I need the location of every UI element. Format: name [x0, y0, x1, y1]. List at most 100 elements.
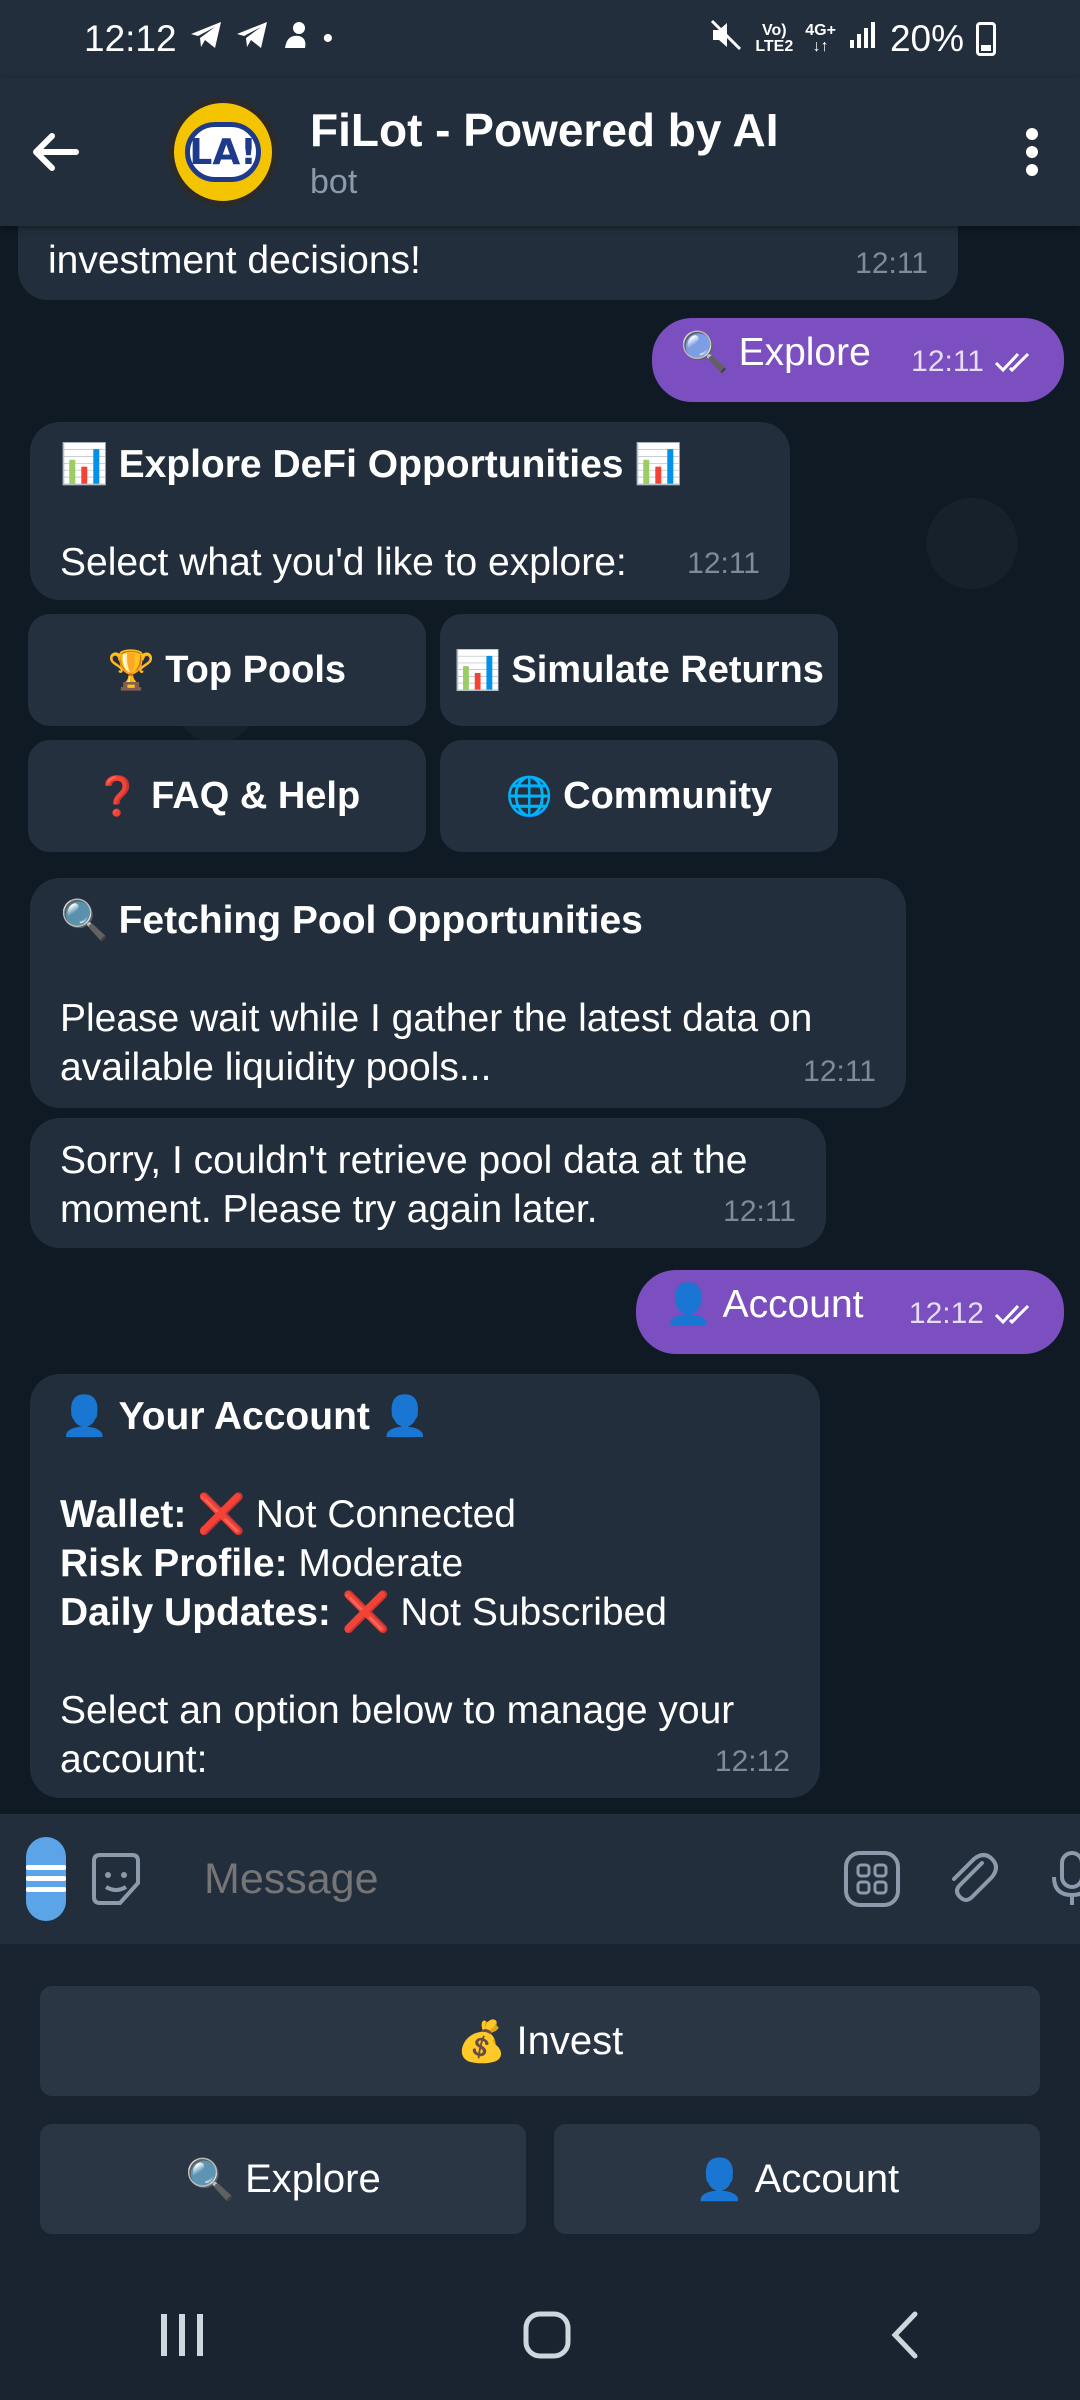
message-text: Select what you'd like to explore:: [60, 541, 627, 584]
risk-line: Risk Profile: Moderate: [60, 1542, 464, 1585]
message-meta: 12:11: [911, 337, 1036, 386]
more-options-button[interactable]: [984, 78, 1080, 226]
chat-header: LA! FiLot - Powered by AI bot: [0, 78, 1080, 226]
chat-title-block[interactable]: FiLot - Powered by AI bot: [310, 103, 779, 202]
home-button[interactable]: [522, 2310, 572, 2365]
grid-icon: [844, 1851, 900, 1907]
status-time: 12:12: [84, 18, 177, 59]
message-incoming: Sorry, I couldn't retrieve pool data at …: [30, 1118, 826, 1248]
chat-subtitle: bot: [310, 162, 358, 201]
signal-icon: [848, 20, 878, 58]
recent-apps-icon: [161, 2313, 204, 2356]
bot-avatar[interactable]: LA!: [168, 97, 278, 207]
dot-indicator: •: [322, 22, 334, 55]
menu-icon: [26, 1865, 66, 1892]
message-time: 12:11: [723, 1195, 796, 1228]
message-input-bar: [0, 1814, 1080, 1944]
bar-chart-icon: 📊: [454, 647, 502, 692]
message-meta: 12:12: [909, 1289, 1036, 1338]
arrow-left-icon: [33, 133, 79, 171]
message-text-line: available liquidity pools...: [60, 1046, 492, 1089]
cross-icon: ❌: [197, 1492, 246, 1537]
battery-percent: 20%: [889, 18, 964, 59]
chat-title: FiLot - Powered by AI: [310, 103, 779, 156]
magnifier-icon: 🔍: [185, 2156, 236, 2203]
voice-message-button[interactable]: [1042, 1837, 1080, 1921]
updates-line: Daily Updates: ❌ Not Subscribed: [60, 1590, 667, 1635]
message-incoming: 🔍 Fetching Pool Opportunities Please wait…: [30, 878, 906, 1108]
user-icon: 👤: [694, 2156, 745, 2203]
system-navigation-bar: [0, 2274, 1080, 2400]
message-text-line: Select an option below to manage your: [60, 1689, 735, 1732]
reply-button-account[interactable]: 👤 Account: [554, 2124, 1040, 2234]
data-indicator: 4G+ ↓↑: [805, 22, 836, 55]
message-heading: 🔍 Fetching Pool Opportunities: [60, 898, 643, 943]
status-bar: 12:12 • Vo) LTE2 4G+ ↓↑ 20%: [0, 0, 1080, 78]
user-icon: 👤: [60, 1394, 109, 1439]
paperclip-icon: [952, 1853, 998, 1902]
message-text: Explore: [738, 331, 871, 374]
telegram-icon: [189, 20, 223, 58]
chat-messages-area[interactable]: investment decisions! 12:11 🔍 Explore 12:…: [0, 226, 1080, 1814]
cross-icon: ❌: [341, 1590, 391, 1635]
volte-indicator: Vo) LTE2: [755, 22, 794, 55]
inline-button-simulate-returns[interactable]: 📊 Simulate Returns: [440, 614, 838, 726]
telegram-icon: [235, 20, 269, 58]
avatar-logo: LA!: [185, 122, 261, 182]
message-text: Account: [722, 1283, 864, 1326]
message-text-line: Please wait while I gather the latest da…: [60, 997, 813, 1040]
money-bag-icon: 💰: [456, 2018, 507, 2065]
message-incoming: 📊 Explore DeFi Opportunities 📊 Select wha…: [30, 422, 790, 600]
message-time: 12:12: [714, 1745, 790, 1778]
mute-icon: [709, 18, 743, 60]
message-incoming: investment decisions! 12:11: [18, 226, 958, 300]
message-time: 12:12: [908, 1297, 984, 1330]
reply-button-explore[interactable]: 🔍 Explore: [40, 2124, 526, 2234]
user-icon: 👤: [664, 1282, 713, 1327]
bot-commands-button[interactable]: [842, 1837, 902, 1921]
sticker-icon: [92, 1853, 140, 1905]
double-check-icon: [994, 1304, 1030, 1324]
message-heading: 📊 Explore DeFi Opportunities 📊: [60, 442, 683, 487]
double-check-icon: [994, 352, 1030, 372]
emoji-sticker-button[interactable]: [86, 1837, 146, 1921]
message-text-line: moment. Please try again later.: [60, 1188, 598, 1231]
microphone-icon: [1052, 1851, 1080, 1905]
message-heading: 👤 Your Account 👤: [60, 1394, 430, 1439]
message-time: 12:11: [687, 547, 760, 580]
message-text-line: Sorry, I couldn't retrieve pool data at …: [60, 1139, 748, 1182]
message-time: 12:11: [803, 1055, 876, 1088]
reply-button-invest[interactable]: 💰 Invest: [40, 1986, 1040, 2096]
system-back-button[interactable]: [887, 2310, 923, 2365]
globe-icon: 🌐: [505, 773, 554, 818]
question-icon: ❓: [93, 773, 142, 818]
chevron-left-icon: [891, 2311, 918, 2358]
inline-button-faq-help[interactable]: ❓ FAQ & Help: [28, 740, 426, 852]
recent-apps-button[interactable]: [157, 2312, 207, 2363]
notification-app-icon: [281, 20, 311, 58]
message-time: 12:11: [855, 247, 928, 280]
trophy-icon: 🏆: [107, 647, 156, 692]
message-incoming: 👤 Your Account 👤 Wallet: ❌ Not Connected R…: [30, 1374, 820, 1798]
bar-chart-icon: 📊: [60, 442, 109, 487]
kebab-menu-icon: [1026, 128, 1038, 176]
message-text: investment decisions!: [48, 239, 421, 282]
battery-icon: [976, 22, 996, 56]
message-input[interactable]: [174, 1854, 758, 1904]
message-outgoing: 👤 Account 12:12: [636, 1270, 1064, 1354]
inline-button-community[interactable]: 🌐 Community: [440, 740, 838, 852]
message-text-line: account:: [60, 1738, 208, 1781]
back-button[interactable]: [0, 78, 110, 226]
home-icon: [523, 2311, 571, 2358]
message-time: 12:11: [911, 345, 984, 378]
user-icon: 👤: [380, 1394, 430, 1439]
magnifier-icon: 🔍: [680, 330, 729, 375]
reply-keyboard: 💰 Invest 🔍 Explore 👤 Account: [0, 1944, 1080, 2274]
attach-button[interactable]: [942, 1837, 1002, 1921]
magnifier-icon: 🔍: [60, 898, 109, 943]
inline-button-top-pools[interactable]: 🏆 Top Pools: [28, 614, 426, 726]
message-outgoing: 🔍 Explore 12:11: [652, 318, 1064, 402]
bot-menu-button[interactable]: [26, 1837, 66, 1921]
wallet-line: Wallet: ❌ Not Connected: [60, 1492, 516, 1537]
bar-chart-icon: 📊: [634, 442, 683, 487]
